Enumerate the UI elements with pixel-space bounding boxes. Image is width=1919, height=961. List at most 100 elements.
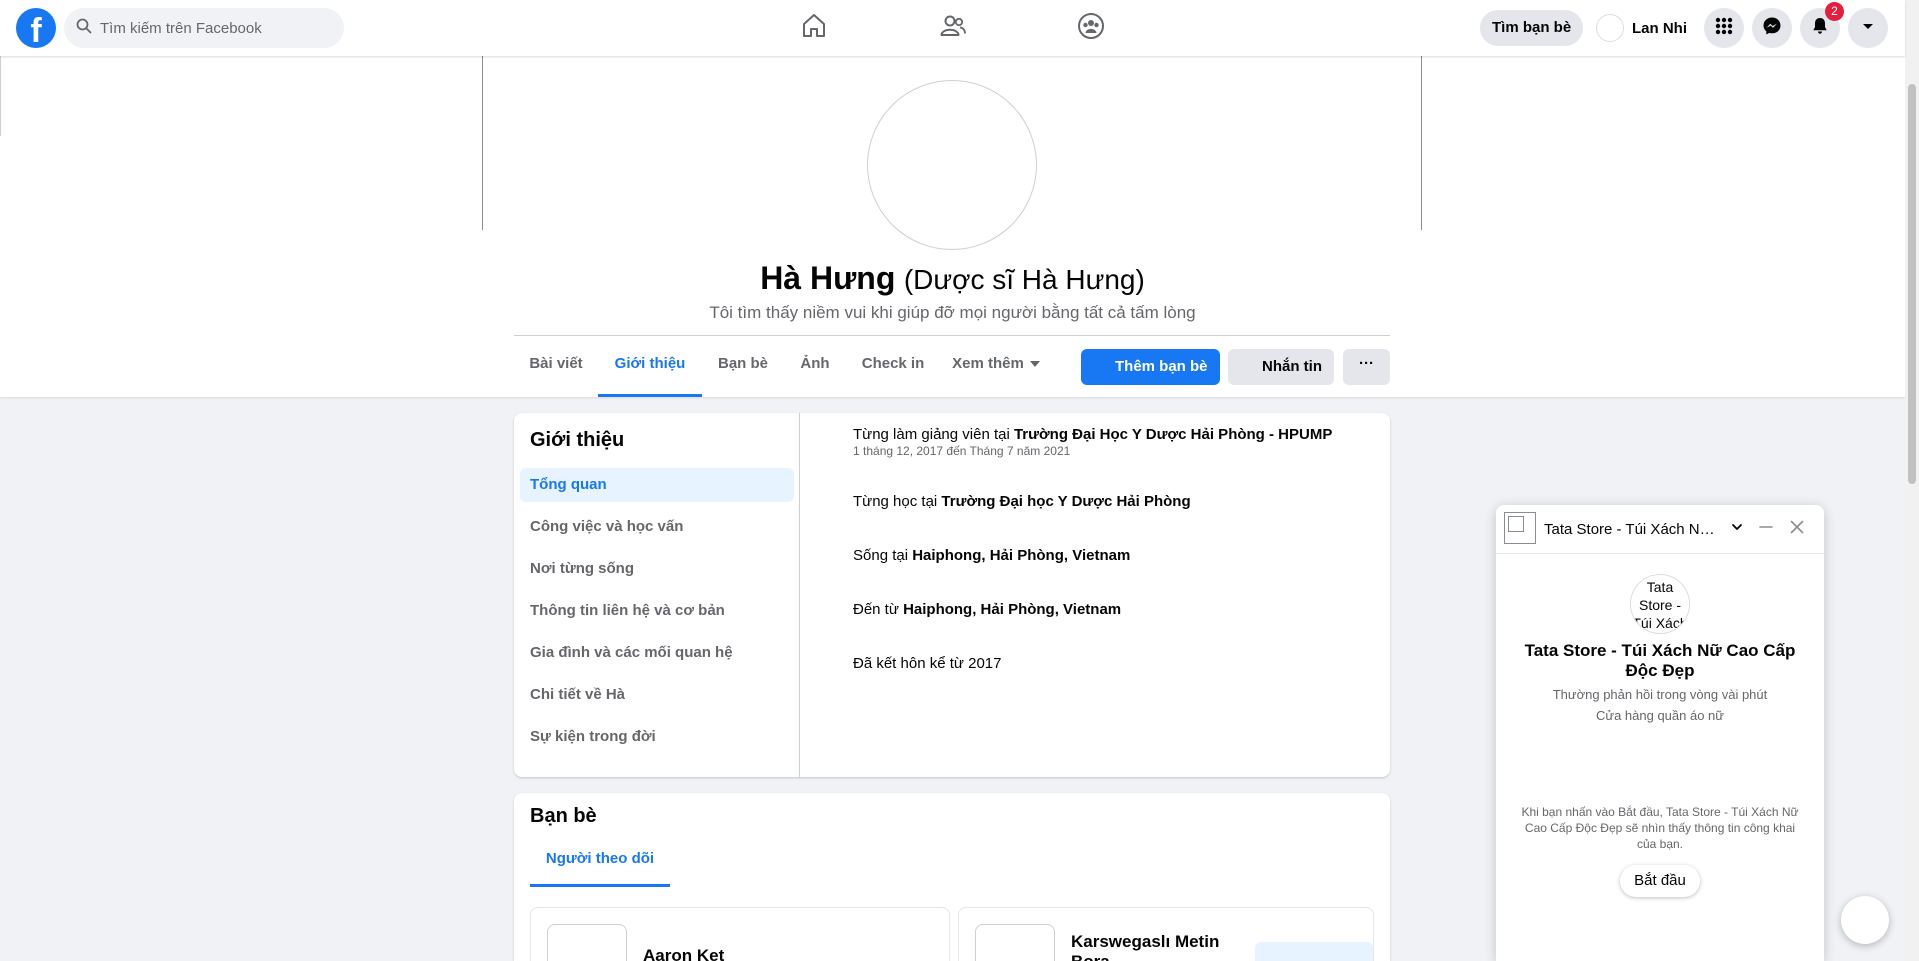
- current-city-item: Sống tại Haiphong, Hải Phòng, Vietnam: [853, 547, 1130, 564]
- tab-friends[interactable]: Bạn bè: [702, 339, 784, 397]
- close-icon: [1789, 519, 1805, 540]
- scrollbar[interactable]: [1905, 0, 1919, 961]
- avatar[interactable]: [547, 924, 627, 961]
- chat-dropdown-button[interactable]: [1724, 516, 1750, 542]
- friend-name[interactable]: Karswegaslı Metin Bora: [1071, 932, 1241, 961]
- friend-name[interactable]: Aaron Ket: [643, 946, 724, 961]
- grid-menu-icon: [1714, 16, 1734, 41]
- avatar: [1596, 14, 1624, 42]
- profile-header: Hà Hưng (Dược sĩ Hà Hưng) Tôi tìm thấy n…: [0, 56, 1905, 397]
- hometown-link[interactable]: Haiphong, Hải Phòng, Vietnam: [903, 601, 1121, 618]
- tab-see-more[interactable]: Xem thêm: [940, 339, 1052, 397]
- profile-bio: Tôi tìm thấy niềm vui khi giúp đỡ mọi ng…: [709, 303, 1196, 322]
- chat-window: Tata Store - Túi Xách Nữ Cao Cấp Độc Đẹp…: [1496, 505, 1824, 961]
- message-button[interactable]: Nhắn tin: [1228, 349, 1334, 385]
- profile-shortcut[interactable]: Lan Nhi: [1594, 10, 1695, 46]
- add-friend-button[interactable]: Thêm bạn bè: [1081, 349, 1220, 385]
- get-started-button[interactable]: Bắt đầu: [1620, 865, 1700, 897]
- tab-label: Giới thiệu: [614, 355, 686, 372]
- page-avatar: Tata Store - Túi Xách: [1630, 574, 1690, 634]
- divider: [514, 335, 1390, 336]
- section-title: Giới thiệu: [530, 429, 625, 451]
- tab-posts[interactable]: Bài viết: [514, 339, 598, 397]
- caret-down-icon: [1858, 16, 1878, 41]
- profile-name: Lan Nhi: [1632, 19, 1687, 37]
- friend-action-button[interactable]: [1255, 942, 1373, 961]
- response-time: Thường phản hồi trong vòng vài phút: [1552, 687, 1768, 702]
- about-nav-life-events[interactable]: Sự kiện trong đời: [520, 720, 794, 754]
- list-item[interactable]: Aaron Ket: [530, 907, 950, 961]
- find-friends-button[interactable]: Tìm bạn bè: [1480, 10, 1584, 46]
- list-item[interactable]: Karswegaslı Metin Bora: [958, 907, 1374, 961]
- search-box[interactable]: [64, 8, 344, 48]
- about-nav-overview[interactable]: Tổng quan: [520, 468, 794, 502]
- tab-label: Bạn bè: [717, 355, 768, 372]
- hometown-item: Đến từ Haiphong, Hải Phòng, Vietnam: [853, 601, 1121, 618]
- new-message-button[interactable]: [1841, 896, 1889, 944]
- cover-border-right: [1421, 56, 1422, 230]
- messenger-icon: [1762, 16, 1782, 41]
- about-card: Giới thiệu Tổng quan Công việc và học vấ…: [514, 413, 1390, 777]
- item-prefix: Từng làm giảng viên tại: [853, 426, 1014, 443]
- about-nav-work-education[interactable]: Công việc và học vấn: [520, 510, 794, 544]
- cover-border-left: [482, 56, 483, 230]
- top-navbar: f Tìm bạn bè Lan Nhi: [0, 0, 1905, 56]
- relationship-item: Đã kết hôn kể từ 2017: [853, 655, 1001, 672]
- about-nav-contact[interactable]: Thông tin liên hệ và cơ bản: [520, 594, 794, 628]
- section-title: Bạn bè: [530, 805, 597, 827]
- search-icon: [76, 18, 92, 39]
- tab-followers[interactable]: Người theo dõi: [530, 843, 670, 887]
- nav-home[interactable]: [794, 8, 834, 48]
- nav-friends[interactable]: [933, 8, 973, 48]
- about-sidebar: Giới thiệu Tổng quan Công việc và học vấ…: [514, 413, 800, 777]
- scrollbar-thumb[interactable]: [1908, 84, 1916, 484]
- work-item: Từng làm giảng viên tại Trường Đại Học Y…: [853, 426, 1332, 443]
- chat-avatar: [1504, 512, 1536, 544]
- about-nav-details[interactable]: Chi tiết về Hà: [520, 678, 794, 712]
- education-item: Từng học tại Trường Đại học Y Dược Hải P…: [853, 493, 1191, 510]
- workplace-link[interactable]: Trường Đại Học Y Dược Hải Phòng - HPUMP: [1014, 426, 1332, 443]
- notifications-button[interactable]: 2: [1800, 2, 1844, 48]
- tab-checkin[interactable]: Check in: [846, 339, 940, 397]
- menu-button[interactable]: [1704, 8, 1744, 48]
- school-link[interactable]: Trường Đại học Y Dược Hải Phòng: [941, 493, 1190, 510]
- page-category: Cửa hàng quần áo nữ: [1595, 708, 1724, 723]
- page-name: Tata Store - Túi Xách Nữ Cao Cấp Độc Đẹp: [1524, 641, 1796, 680]
- tab-label: Người theo dõi: [545, 850, 655, 867]
- avatar[interactable]: [975, 924, 1055, 961]
- current-city-link[interactable]: Haiphong, Hải Phòng, Vietnam: [912, 547, 1130, 564]
- divider: [0, 56, 1, 136]
- item-text: Đã kết hôn kể từ 2017: [853, 655, 1002, 672]
- friends-icon: [939, 12, 967, 45]
- home-icon: [800, 12, 828, 45]
- about-nav-family[interactable]: Gia đình và các mối quan hệ: [520, 636, 794, 670]
- groups-icon: [1077, 12, 1105, 45]
- tab-photos[interactable]: Ảnh: [784, 339, 846, 397]
- account-button[interactable]: [1848, 8, 1888, 48]
- tab-label: Ảnh: [800, 355, 830, 372]
- privacy-note: Khi bạn nhấn vào Bắt đầu, Tata Store - T…: [1521, 805, 1799, 851]
- profile-alternate-name: (Dược sĩ Hà Hưng): [903, 264, 1145, 295]
- work-dates: 1 tháng 12, 2017 đến Tháng 7 năm 2021: [853, 444, 1071, 458]
- facebook-logo[interactable]: f: [16, 8, 56, 48]
- search-input[interactable]: [100, 19, 320, 37]
- minimize-icon: [1758, 519, 1774, 540]
- tab-about[interactable]: Giới thiệu: [598, 339, 702, 397]
- profile-name-line: Hà Hưng (Dược sĩ Hà Hưng): [0, 260, 1905, 297]
- caret-down-icon: [1029, 361, 1040, 368]
- about-nav-places[interactable]: Nơi từng sống: [520, 552, 794, 586]
- more-options-button[interactable]: ···: [1343, 349, 1390, 385]
- close-chat-button[interactable]: [1784, 516, 1810, 542]
- profile-picture[interactable]: [867, 80, 1037, 250]
- item-prefix: Sống tại: [853, 547, 913, 564]
- active-tab-indicator: [530, 884, 670, 887]
- minimize-chat-button[interactable]: [1753, 516, 1779, 542]
- chat-header[interactable]: Tata Store - Túi Xách Nữ Cao Cấp Độc Đẹp: [1496, 505, 1824, 554]
- item-prefix: Đến từ: [853, 601, 904, 618]
- chat-title[interactable]: Tata Store - Túi Xách Nữ Cao Cấp Độc Đẹp: [1544, 521, 1724, 538]
- bell-icon: [1810, 16, 1830, 41]
- nav-groups[interactable]: [1071, 8, 1111, 48]
- chevron-down-icon: [1729, 519, 1745, 540]
- messenger-button[interactable]: [1752, 8, 1792, 48]
- notification-badge: 2: [1825, 2, 1844, 21]
